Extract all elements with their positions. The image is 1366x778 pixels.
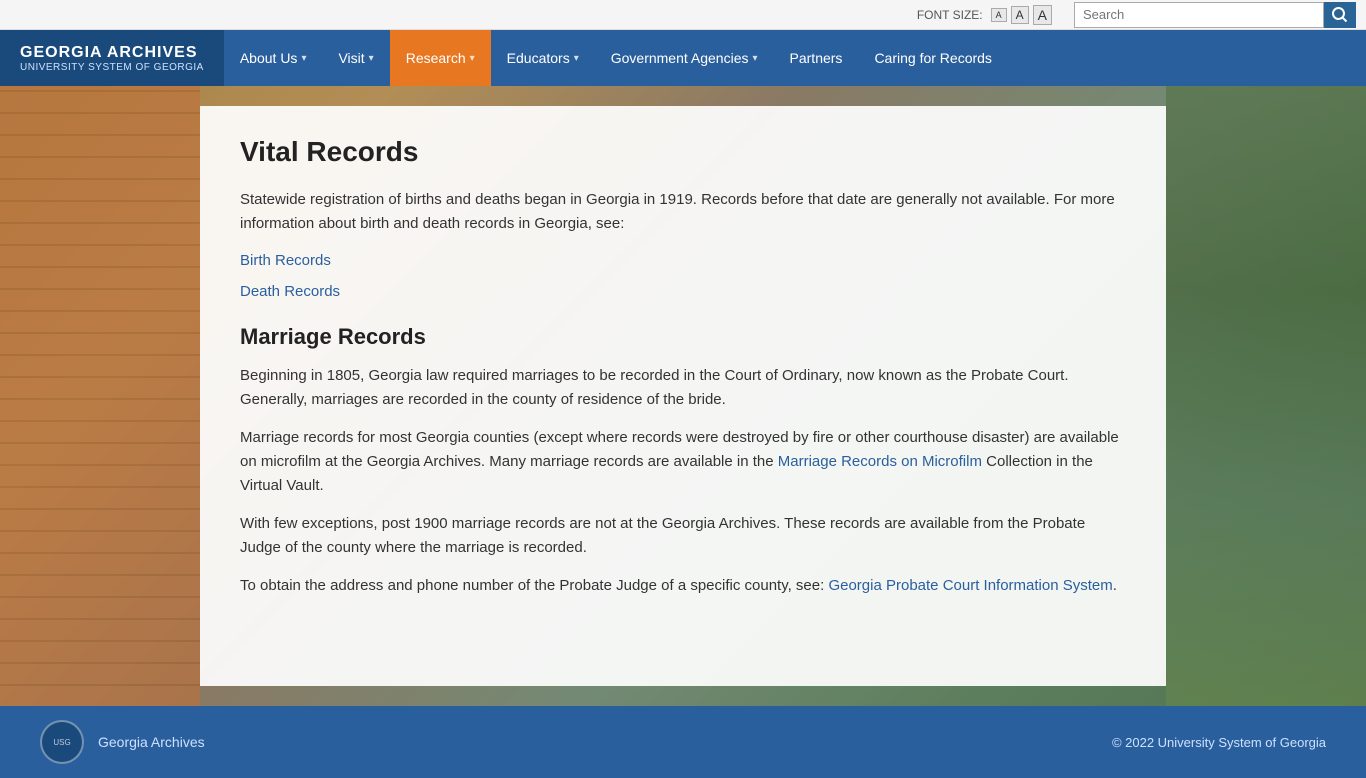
footer: USG Georgia Archives © 2022 University S…: [0, 706, 1366, 778]
chevron-down-icon: ▾: [574, 53, 579, 64]
footer-org-name[interactable]: Georgia Archives: [98, 734, 205, 750]
font-large-button[interactable]: A: [1033, 5, 1052, 25]
marriage-paragraph4: To obtain the address and phone number o…: [240, 574, 1126, 598]
hero-bg-right: [1166, 86, 1366, 706]
nav-item-research: Research ▾: [390, 30, 491, 86]
nav-items: About Us ▾ Visit ▾ Research ▾ Educators …: [224, 30, 1008, 86]
intro-paragraph: Statewide registration of births and dea…: [240, 188, 1126, 236]
death-records-link[interactable]: Death Records: [240, 283, 1126, 300]
marriage-records-microfilm-link[interactable]: Marriage Records on Microfilm: [778, 453, 982, 470]
site-logo: GEORGIA ARCHIVES UNIVERSITY SYSTEM OF GE…: [0, 30, 224, 86]
chevron-down-icon: ▾: [470, 53, 475, 64]
search-icon: [1332, 7, 1348, 23]
nav-link-educators[interactable]: Educators ▾: [491, 30, 595, 86]
nav-item-visit: Visit ▾: [322, 30, 389, 86]
chevron-down-icon: ▾: [369, 53, 374, 64]
footer-logo-text: USG: [53, 738, 70, 747]
georgia-probate-court-link[interactable]: Georgia Probate Court Information System: [828, 577, 1112, 594]
nav-item-government: Government Agencies ▾: [595, 30, 774, 86]
font-small-button[interactable]: A: [991, 8, 1007, 22]
font-medium-button[interactable]: A: [1011, 6, 1029, 24]
search-bar: [1074, 2, 1356, 28]
birth-records-link[interactable]: Birth Records: [240, 252, 1126, 269]
footer-left: USG Georgia Archives: [40, 720, 205, 764]
marriage-paragraph3: With few exceptions, post 1900 marriage …: [240, 512, 1126, 560]
footer-logo: USG: [40, 720, 84, 764]
chevron-down-icon: ▾: [752, 53, 757, 64]
top-bar: FONT SIZE: A A A: [0, 0, 1366, 30]
nav-bar: GEORGIA ARCHIVES UNIVERSITY SYSTEM OF GE…: [0, 30, 1366, 86]
nav-link-government[interactable]: Government Agencies ▾: [595, 30, 774, 86]
content-card: Vital Records Statewide registration of …: [200, 106, 1166, 686]
nav-link-about[interactable]: About Us ▾: [224, 30, 323, 86]
nav-label-research: Research: [406, 50, 466, 66]
search-input[interactable]: [1074, 2, 1324, 28]
nav-label-government: Government Agencies: [611, 50, 749, 66]
nav-label-caring: Caring for Records: [874, 50, 992, 66]
nav-item-caring: Caring for Records: [858, 30, 1008, 86]
nav-link-research[interactable]: Research ▾: [390, 30, 491, 86]
paragraph4-after: .: [1113, 577, 1117, 594]
page-title: Vital Records: [240, 136, 1126, 168]
section2-title: Marriage Records: [240, 324, 1126, 350]
nav-label-partners: Partners: [790, 50, 843, 66]
nav-item-partners: Partners: [774, 30, 859, 86]
page-wrapper: Vital Records Statewide registration of …: [0, 86, 1366, 706]
paragraph4-before: To obtain the address and phone number o…: [240, 577, 828, 594]
chevron-down-icon: ▾: [301, 53, 306, 64]
nav-label-visit: Visit: [338, 50, 364, 66]
nav-item-educators: Educators ▾: [491, 30, 595, 86]
marriage-paragraph1: Beginning in 1805, Georgia law required …: [240, 364, 1126, 412]
nav-link-visit[interactable]: Visit ▾: [322, 30, 389, 86]
logo-title: GEORGIA ARCHIVES: [20, 44, 204, 62]
nav-link-partners[interactable]: Partners: [774, 30, 859, 86]
nav-link-caring[interactable]: Caring for Records: [858, 30, 1008, 86]
search-button[interactable]: [1324, 2, 1356, 28]
nav-label-about: About Us: [240, 50, 298, 66]
footer-copyright: © 2022 University System of Georgia: [1112, 735, 1326, 750]
logo-subtitle: UNIVERSITY SYSTEM OF GEORGIA: [20, 62, 204, 73]
marriage-paragraph2: Marriage records for most Georgia counti…: [240, 426, 1126, 498]
hero-bg-left: [0, 86, 200, 706]
nav-label-educators: Educators: [507, 50, 570, 66]
font-size-label: FONT SIZE:: [917, 8, 983, 22]
nav-item-about: About Us ▾: [224, 30, 323, 86]
